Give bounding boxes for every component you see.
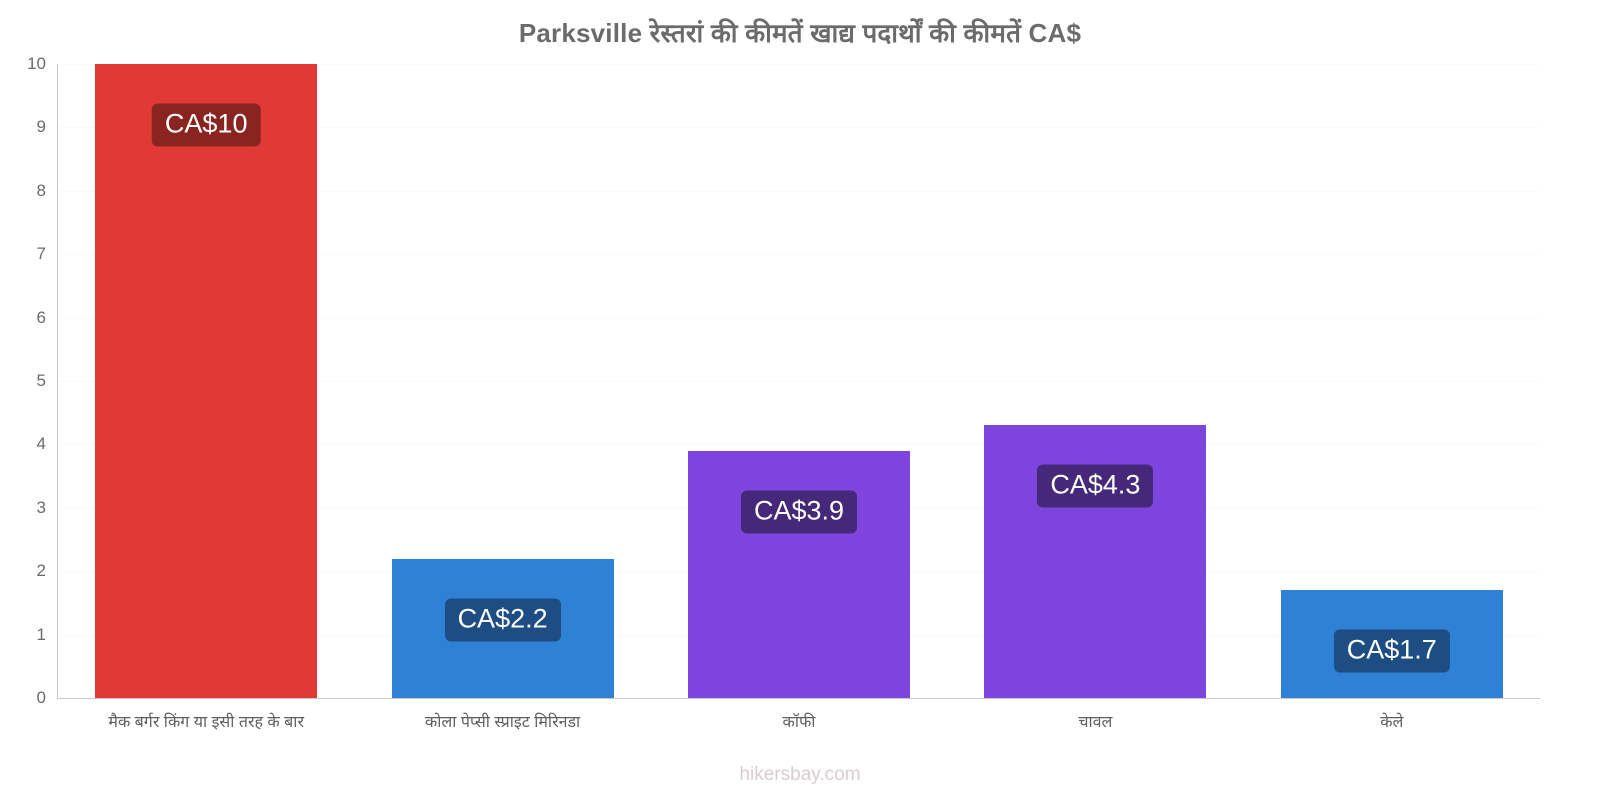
plot-area: CA$10 CA$2.2 CA$3.9 CA$4.3 CA$1.7 xyxy=(58,64,1540,698)
bar[interactable] xyxy=(688,450,910,698)
x-axis-tick-label: चावल xyxy=(1078,714,1113,731)
y-axis-tick-label: 4 xyxy=(36,434,46,454)
x-axis-tick-label: कोला पेप्सी स्प्राइट मिरिनडा xyxy=(424,714,581,731)
y-axis-tick-label: 10 xyxy=(27,54,46,73)
y-axis-tick-label: 8 xyxy=(36,180,46,200)
bar-value-label: CA$3.9 xyxy=(740,490,858,534)
bar-value-label: CA$10 xyxy=(151,103,261,147)
y-axis-tick-label: 2 xyxy=(36,561,46,581)
y-axis-tick-label: 9 xyxy=(36,117,46,137)
x-axis-tick-label: केले xyxy=(1380,714,1404,731)
bar-value-label: CA$1.7 xyxy=(1333,629,1450,673)
page-title: Parksville रेस्तरां की कीमतें खाद्य पदार… xyxy=(518,18,1082,48)
x-axis-line xyxy=(57,698,1540,699)
y-axis-tick-label: 0 xyxy=(36,688,46,707)
y-axis-tick-label: 6 xyxy=(36,307,46,327)
y-axis-tick-label: 1 xyxy=(36,624,46,644)
y-axis-tick-label: 3 xyxy=(36,497,46,517)
x-axis-tick-label: मैक बर्गर किंग या इसी तरह के बार xyxy=(108,714,304,731)
y-axis-tick-label: 5 xyxy=(36,371,46,390)
chart-page: Parksville रेस्तरां की कीमतें खाद्य पदार… xyxy=(0,0,1600,800)
bar[interactable] xyxy=(95,64,318,698)
bar-value-label: CA$4.3 xyxy=(1037,464,1154,508)
x-axis-tick-label: कॉफी xyxy=(782,714,816,731)
y-axis-tick-label: 7 xyxy=(36,244,46,264)
watermark: hikersbay.com xyxy=(739,764,861,785)
bar-value-label: CA$2.2 xyxy=(444,598,561,642)
